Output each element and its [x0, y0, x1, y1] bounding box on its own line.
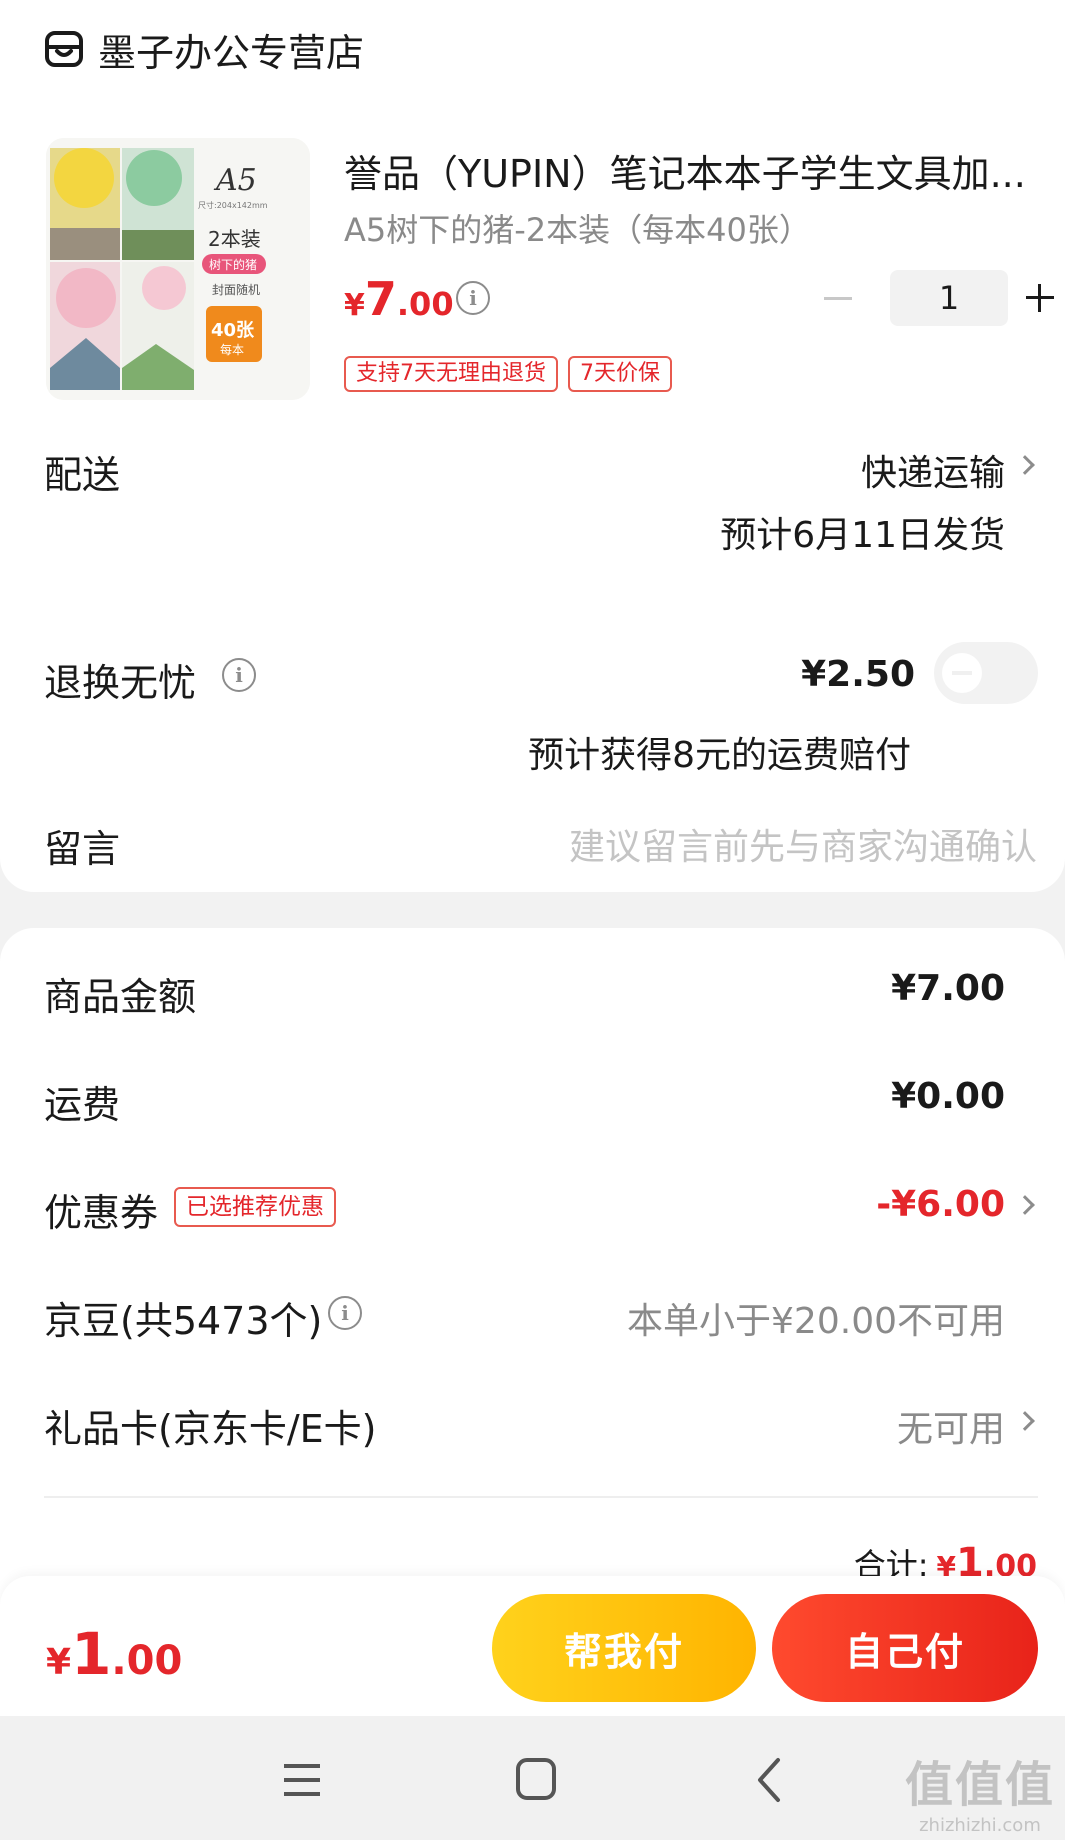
self-pay-button[interactable]: 自己付: [772, 1594, 1038, 1702]
return-tag: 支持7天无理由退货: [344, 356, 558, 392]
shipping-value: ¥0.00: [891, 1076, 1005, 1117]
giftcard-value[interactable]: 无可用: [897, 1400, 1005, 1452]
jingdou-value: 本单小于¥20.00不可用: [627, 1301, 1005, 1342]
return-worry-toggle[interactable]: [934, 642, 1038, 704]
product-price: ¥ 7 .00: [344, 272, 454, 326]
message-label: 留言: [44, 827, 121, 871]
delivery-method[interactable]: 快递运输: [861, 444, 1005, 496]
delivery-eta: 预计6月11日发货: [720, 515, 1005, 556]
quantity-input[interactable]: 1: [890, 270, 1008, 326]
watermark-main: 值值值: [904, 1757, 1055, 1813]
divider: [44, 1496, 1038, 1498]
thumb-size-text: A5: [213, 163, 257, 198]
return-worry-price: ¥2.50: [801, 654, 915, 695]
product-image: A5 尺寸:204x142mm 2本装 树下的猪 封面随机 40张 每本: [46, 138, 310, 400]
jingdou-info-icon[interactable]: i: [328, 1296, 362, 1330]
jingdou-label: 京豆(共5473个): [44, 1299, 323, 1343]
delivery-label: 配送: [44, 453, 121, 497]
site-watermark: 值值值 zhizhizhi.com: [905, 1745, 1055, 1836]
shipping-label: 运费: [44, 1083, 121, 1127]
coupon-label: 优惠券: [44, 1191, 159, 1235]
watermark-sub: zhizhizhi.com: [919, 1815, 1041, 1836]
message-input[interactable]: 建议留言前先与商家沟通确认: [569, 818, 1037, 870]
increase-quantity-button[interactable]: [1018, 276, 1062, 320]
total-integer: 1: [71, 1620, 112, 1688]
summary-card: [0, 928, 1065, 1628]
product-title[interactable]: 誉品（YUPIN）笔记本本子学生文具加...: [344, 143, 1034, 198]
product-thumbnail[interactable]: A5 尺寸:204x142mm 2本装 树下的猪 封面随机 40张 每本: [46, 138, 310, 400]
thumb-theme-text: 树下的猪: [209, 257, 257, 272]
price-info-icon[interactable]: i: [456, 281, 490, 315]
store-row[interactable]: 墨子办公专营店: [44, 26, 364, 75]
home-icon[interactable]: [506, 1752, 566, 1808]
recent-apps-icon[interactable]: [272, 1752, 332, 1808]
store-name: 墨子办公专营店: [98, 30, 365, 75]
store-icon: [45, 31, 83, 67]
thumb-sheets-text: 40张: [211, 320, 255, 341]
coupon-value[interactable]: -¥6.00: [876, 1184, 1005, 1225]
goods-amount-label: 商品金额: [44, 975, 197, 1019]
price-protect-tag: 7天价保: [568, 356, 672, 392]
return-worry-note: 预计获得8元的运费赔付: [528, 735, 911, 776]
thumb-dims-text: 尺寸:204x142mm: [198, 200, 268, 210]
help-pay-button[interactable]: 帮我付: [492, 1594, 756, 1702]
service-tags: 支持7天无理由退货 7天价保: [344, 356, 682, 392]
toggle-knob: [942, 653, 982, 693]
decrease-quantity-button[interactable]: [816, 278, 860, 318]
price-integer: 7: [364, 272, 397, 326]
goods-amount-value: ¥7.00: [891, 968, 1005, 1009]
thumb-per-text: 每本: [220, 342, 244, 357]
total-decimal: .00: [111, 1638, 183, 1684]
total-symbol: ¥: [46, 1642, 72, 1683]
price-symbol: ¥: [344, 288, 365, 323]
coupon-badge: 已选推荐优惠: [174, 1187, 336, 1227]
return-worry-label: 退换无忧: [44, 661, 197, 705]
thumb-pack-text: 2本装: [208, 227, 261, 251]
back-icon[interactable]: [740, 1752, 800, 1808]
price-decimal: .00: [396, 285, 454, 323]
total-price: ¥ 1 .00: [46, 1620, 182, 1688]
quantity-stepper: 1: [816, 270, 1062, 326]
return-worry-info-icon[interactable]: i: [222, 658, 256, 692]
thumb-cover-text: 封面随机: [212, 282, 260, 297]
product-spec[interactable]: A5树下的猪-2本装（每本40张）: [344, 205, 811, 251]
giftcard-label: 礼品卡(京东卡/E卡): [44, 1407, 377, 1451]
